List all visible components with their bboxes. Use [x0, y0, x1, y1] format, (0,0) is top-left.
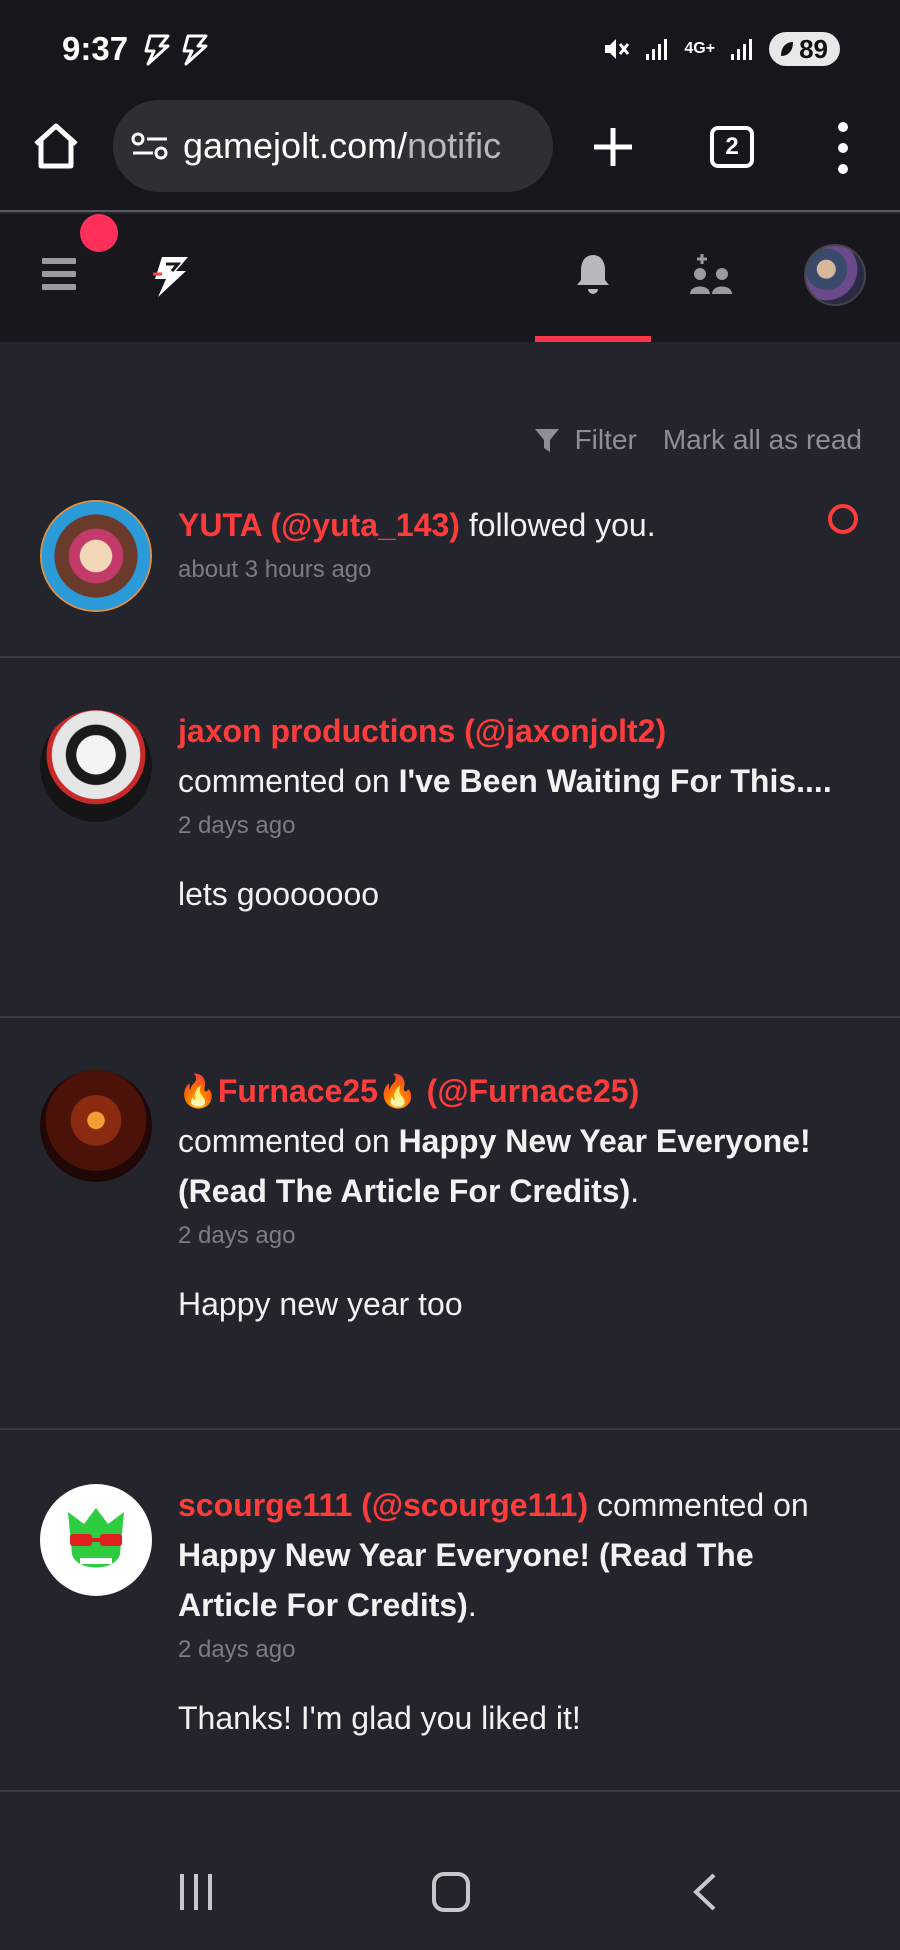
notification-item[interactable]: jaxon productions (@jaxonjolt2) commente… — [0, 658, 900, 1018]
active-tab-indicator — [535, 336, 651, 342]
notification-item[interactable]: scourge111 (@scourge111) commented on Ha… — [0, 1430, 900, 1792]
notification-user[interactable]: jaxon productions (@jaxonjolt2) — [178, 713, 666, 749]
notification-item[interactable]: 🔥Furnace25🔥 (@Furnace25) commented on Ha… — [0, 1018, 900, 1430]
notification-user[interactable]: scourge111 (@scourge111) — [178, 1487, 588, 1523]
notifications-bell-icon[interactable] — [574, 252, 612, 296]
notification-suffix: . — [630, 1173, 640, 1209]
notification-action: followed you. — [459, 507, 656, 543]
notification-time: 2 days ago — [178, 1636, 296, 1663]
home-icon[interactable] — [30, 120, 82, 172]
notification-comment: Happy new year too — [178, 1286, 463, 1322]
friend-requests-icon[interactable] — [688, 252, 734, 296]
scourge-avatar-icon — [68, 1508, 124, 1568]
user-avatar[interactable] — [804, 244, 866, 306]
status-bar: 9:37 4G+ 89 — [0, 0, 900, 100]
notification-post-title[interactable]: Happy New Year Everyone! (Read The Artic… — [178, 1537, 754, 1623]
url-text[interactable]: gamejolt.com/notific — [183, 125, 533, 167]
notification-content: 🔥Furnace25🔥 (@Furnace25) commented on Ha… — [178, 1066, 858, 1324]
notification-time: 2 days ago — [178, 812, 296, 839]
recent-apps-icon[interactable] — [180, 1874, 212, 1910]
notification-toolbar: Filter Mark all as read — [533, 424, 862, 456]
notification-icons — [142, 34, 210, 66]
notification-comment: lets gooooooo — [178, 876, 380, 912]
status-icons: 4G+ 89 — [602, 32, 840, 66]
notification-post-title[interactable]: I've Been Waiting For This.... — [399, 763, 832, 799]
home-button-icon[interactable] — [432, 1872, 470, 1912]
notification-time: 2 days ago — [178, 1222, 296, 1249]
signal-icon — [731, 39, 753, 60]
avatar[interactable] — [40, 1070, 152, 1182]
mark-all-read-button[interactable]: Mark all as read — [663, 424, 862, 456]
notification-content: jaxon productions (@jaxonjolt2) commente… — [178, 706, 858, 914]
battery-indicator: 89 — [769, 32, 840, 66]
site-settings-icon[interactable] — [131, 131, 169, 161]
unread-indicator[interactable] — [828, 504, 858, 534]
notification-action: commented on — [178, 763, 399, 799]
browser-toolbar: gamejolt.com/notific 2 — [0, 100, 900, 212]
unread-dot — [80, 214, 118, 252]
status-time: 9:37 — [62, 30, 129, 67]
battery-saver-icon — [781, 42, 794, 56]
system-navigation-bar — [0, 1792, 900, 1950]
more-options-icon[interactable] — [833, 122, 853, 174]
avatar[interactable] — [40, 1484, 152, 1596]
avatar[interactable] — [40, 500, 152, 612]
notification-item[interactable]: YUTA (@yuta_143) followed you. about 3 h… — [0, 484, 900, 658]
tab-switcher-button[interactable]: 2 — [710, 126, 754, 168]
notification-content: scourge111 (@scourge111) commented on Ha… — [178, 1480, 858, 1738]
url-domain: gamejolt.com/ — [183, 125, 408, 166]
gamejolt-notification-icon — [144, 34, 170, 66]
notification-comment: Thanks! I'm glad you liked it! — [178, 1700, 581, 1736]
filter-icon — [534, 429, 559, 452]
network-type: 4G+ — [684, 40, 716, 57]
new-tab-icon[interactable] — [590, 124, 636, 170]
battery-level: 89 — [799, 33, 828, 64]
menu-icon[interactable] — [42, 258, 76, 290]
tab-count: 2 — [725, 133, 739, 160]
notification-suffix: . — [467, 1587, 477, 1623]
notification-action: commented on — [178, 1123, 399, 1159]
address-bar[interactable]: gamejolt.com/notific — [113, 100, 553, 192]
notification-user[interactable]: 🔥Furnace25🔥 (@Furnace25) — [178, 1073, 639, 1109]
back-icon[interactable] — [690, 1872, 720, 1912]
filter-label: Filter — [574, 424, 637, 455]
gamejolt-logo-icon[interactable] — [150, 254, 192, 300]
notification-time: about 3 hours ago — [178, 556, 372, 583]
filter-button[interactable]: Filter — [533, 424, 637, 456]
signal-icon — [646, 39, 668, 60]
gamejolt-notification-icon — [182, 34, 208, 66]
url-path: notific — [407, 125, 502, 166]
notification-action: commented on — [588, 1487, 809, 1523]
app-header — [0, 214, 900, 342]
notification-content: YUTA (@yuta_143) followed you. about 3 h… — [178, 500, 858, 588]
notification-user[interactable]: YUTA (@yuta_143) — [178, 507, 460, 543]
mute-icon — [605, 39, 630, 59]
avatar[interactable] — [40, 710, 152, 822]
